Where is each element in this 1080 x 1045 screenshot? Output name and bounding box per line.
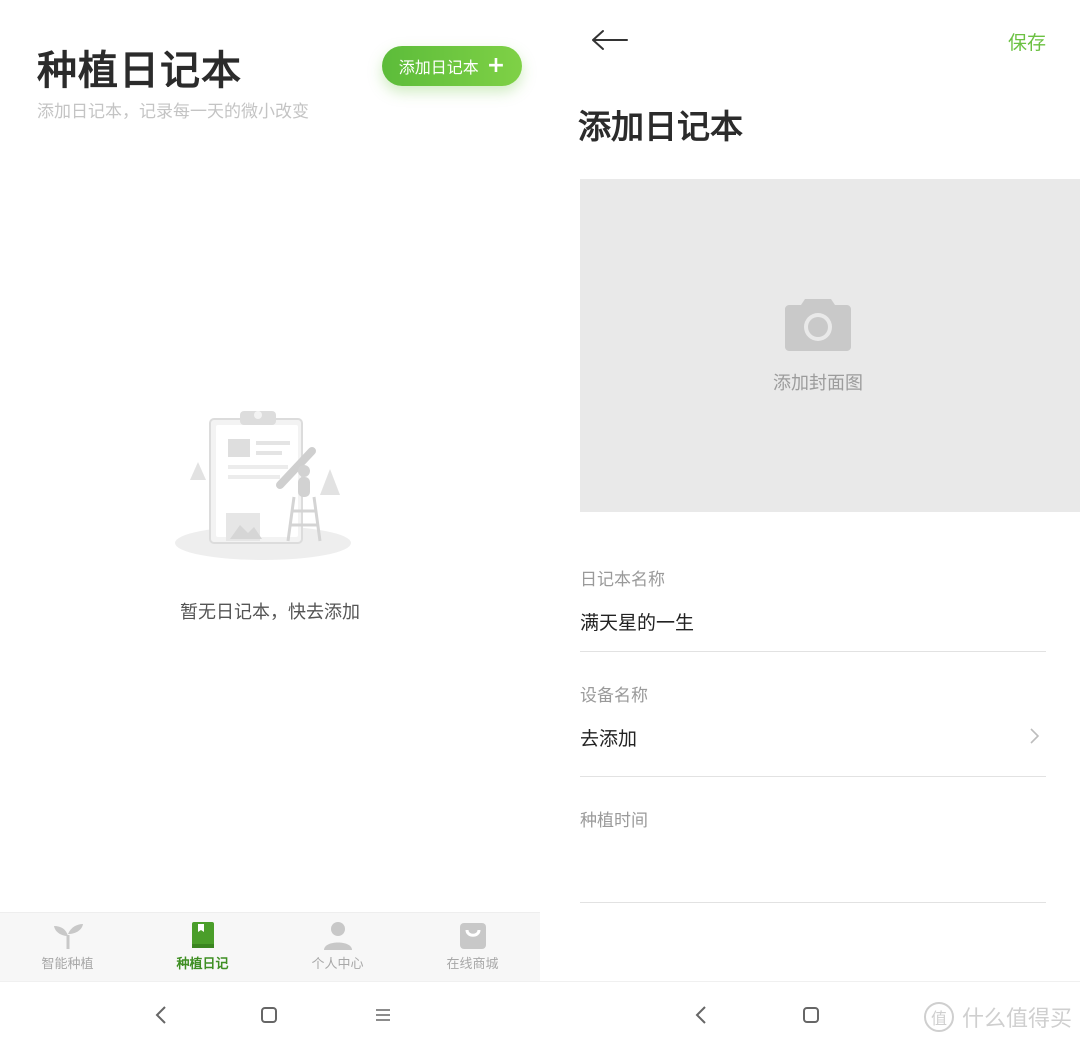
tab-label: 个人中心 [311,957,364,972]
field-value[interactable]: 满天星的一生 [580,608,1046,635]
field-label: 设备名称 [580,686,648,706]
back-arrow-icon[interactable] [590,28,630,52]
tab-label: 种植日记 [176,957,229,972]
page-subtitle: 添加日记本，记录每一天的微小改变 [37,102,309,122]
watermark-logo-icon: 值 [923,1002,954,1032]
empty-state-message: 暂无日记本，快去添加 [180,602,360,623]
tab-smart-planting[interactable]: 智能种植 [0,913,135,981]
empty-clipboard-illustration [175,411,351,560]
notebook-list-screen: 种植日记本 添加日记本，记录每一天的微小改变 添加日记本 + 暂无日记本，快去添… [0,0,540,1045]
camera-icon [785,299,851,351]
field-label: 种植时间 [580,811,648,831]
tab-online-store[interactable]: 在线商城 [405,913,540,981]
watermark: 值 什么值得买 [923,1001,1072,1033]
watermark-text: 什么值得买 [961,1007,1072,1032]
device-name-field[interactable]: 设备名称 去添加 [580,681,1046,777]
save-button[interactable]: 保存 [1008,28,1046,55]
notebook-icon [191,922,214,948]
add-cover-label: 添加封面图 [773,373,863,394]
tab-planting-diary[interactable]: 种植日记 [135,913,270,981]
field-value[interactable]: 去添加 [580,724,1046,751]
tab-label: 智能种植 [41,957,94,972]
tab-label: 在线商城 [446,957,499,972]
page-title: 添加日记本 [578,107,743,146]
page-title: 种植日记本 [37,48,242,94]
add-notebook-screen: 保存 添加日记本 添加封面图 日记本名称 满天星的一生 设备名称 去添加 种植时… [540,0,1080,1045]
chevron-right-icon [1030,728,1040,744]
back-nav-icon[interactable] [148,1002,174,1028]
planting-time-field[interactable]: 种植时间 [580,806,1046,903]
home-nav-icon[interactable] [256,1002,282,1028]
cover-image-picker[interactable]: 添加封面图 [580,179,1080,512]
system-nav-bar [0,981,540,1045]
add-notebook-button[interactable]: 添加日记本 + [382,46,522,86]
menu-nav-icon[interactable] [370,1002,396,1028]
bottom-tab-bar: 智能种植 种植日记 个人中心 在线商城 [0,912,540,981]
person-icon [323,922,352,950]
back-nav-icon[interactable] [688,1002,714,1028]
plus-icon: + [486,53,506,78]
field-label: 日记本名称 [580,570,665,590]
add-notebook-label: 添加日记本 [398,58,479,77]
home-nav-icon[interactable] [798,1002,824,1028]
shopping-bag-icon [459,923,486,949]
sprout-icon [53,924,83,949]
tab-personal-center[interactable]: 个人中心 [270,913,405,981]
notebook-name-field[interactable]: 日记本名称 满天星的一生 [580,565,1046,652]
